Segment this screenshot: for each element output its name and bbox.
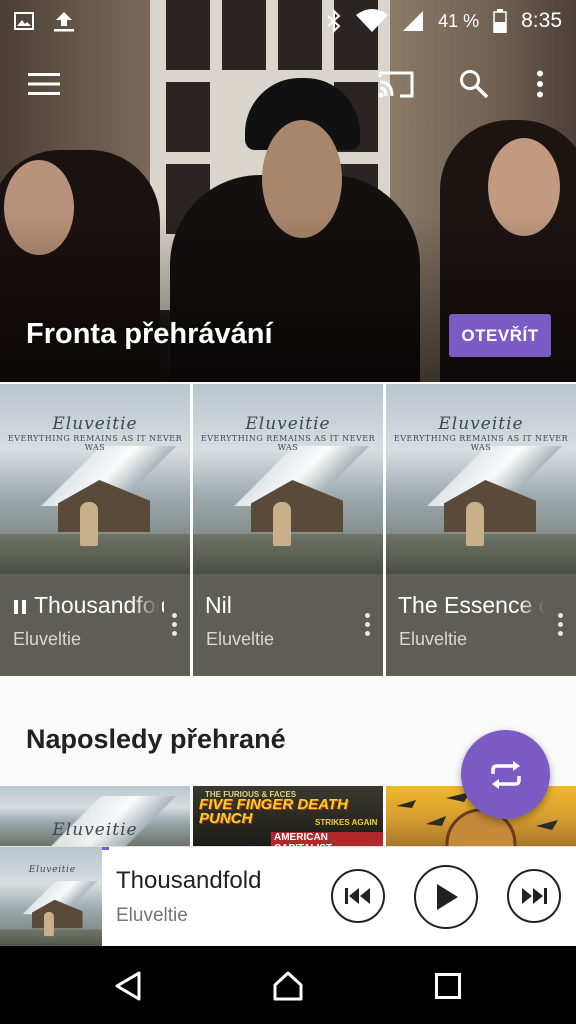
signal-icon xyxy=(403,11,424,31)
album-art: Eluveitie EVERYTHING REMAINS AS IT NEVER… xyxy=(193,384,383,574)
home-button[interactable] xyxy=(264,962,312,1010)
recents-icon xyxy=(435,973,461,999)
queue-cards: Eluveitie EVERYTHING REMAINS AS IT NEVER… xyxy=(0,384,576,676)
clock: 8:35 xyxy=(521,9,562,32)
queue-card-artist: Eluveltie xyxy=(206,629,275,649)
mini-player-title: Thousandfold xyxy=(116,867,262,894)
card-more-icon[interactable] xyxy=(359,604,375,644)
next-track-button[interactable] xyxy=(507,869,561,923)
mini-player-album-art: Eluveitie xyxy=(0,847,102,947)
mini-player[interactable]: Eluveitie Thousandfold Eluveltie xyxy=(0,846,576,947)
recent-album-tile[interactable]: THE FURIOUS & FACES FIVE FINGER DEATH PU… xyxy=(193,786,383,846)
cast-button[interactable] xyxy=(372,60,420,108)
battery-percent: 41 % xyxy=(438,10,480,31)
album-art: Eluveitie EVERYTHING REMAINS AS IT NEVER… xyxy=(0,384,190,574)
battery-icon xyxy=(493,9,507,33)
recently-played-title: Naposledy přehrané xyxy=(26,724,286,754)
album-art-logo: Eluveitie xyxy=(245,414,331,434)
image-icon xyxy=(14,12,34,30)
recent-album-tile[interactable]: Eluveitie xyxy=(0,786,190,846)
card-more-icon[interactable] xyxy=(166,604,182,644)
repeat-icon xyxy=(490,760,521,789)
skip-previous-icon xyxy=(345,888,370,904)
card-more-icon[interactable] xyxy=(552,604,568,644)
album-art-subtitle: EVERYTHING REMAINS AS IT NEVER WAS xyxy=(393,434,569,452)
album-art-subtitle: EVERYTHING REMAINS AS IT NEVER WAS xyxy=(7,434,183,452)
home-icon xyxy=(273,971,303,1001)
back-icon xyxy=(115,971,141,1001)
album-art-logo: Eluveitie xyxy=(52,820,138,840)
wifi-icon xyxy=(356,9,389,32)
queue-card-artist: Eluveltie xyxy=(13,629,82,649)
shuffle-all-fab[interactable] xyxy=(461,730,550,819)
more-vert-icon xyxy=(537,70,543,98)
queue-title: Fronta přehrávání xyxy=(26,318,273,350)
play-icon xyxy=(437,884,458,910)
recents-button[interactable] xyxy=(424,962,472,1010)
queue-card[interactable]: Eluveitie EVERYTHING REMAINS AS IT NEVER… xyxy=(193,384,383,676)
search-button[interactable] xyxy=(450,60,498,108)
tile-subtitle: AMERICAN CAPITALIST xyxy=(271,832,383,846)
tile-badge: STRIKES AGAIN xyxy=(315,818,378,827)
play-button[interactable] xyxy=(414,865,478,929)
open-queue-button[interactable]: OTEVŘÍT xyxy=(449,314,551,357)
album-art-logo: Eluveitie xyxy=(52,414,138,434)
top-toolbar xyxy=(0,56,576,112)
queue-card[interactable]: Eluveitie EVERYTHING REMAINS AS IT NEVER… xyxy=(0,384,190,676)
more-options-button[interactable] xyxy=(516,60,564,108)
upload-icon xyxy=(54,12,74,32)
previous-track-button[interactable] xyxy=(331,869,385,923)
queue-card-artist: Eluveltie xyxy=(399,629,468,649)
album-art-logo: Eluveitie xyxy=(438,414,524,434)
back-button[interactable] xyxy=(104,962,152,1010)
queue-card-title: Nil xyxy=(205,592,232,618)
pause-icon xyxy=(14,599,26,614)
skip-next-icon xyxy=(522,888,547,904)
status-bar: 41 % 8:35 xyxy=(0,0,576,42)
menu-icon xyxy=(28,73,60,95)
cast-icon xyxy=(378,71,414,98)
menu-button[interactable] xyxy=(20,60,68,108)
album-art-logo: Eluveitie xyxy=(28,863,76,875)
mini-player-artist: Eluveltie xyxy=(116,905,188,926)
bluetooth-icon xyxy=(327,9,341,33)
album-art-subtitle: EVERYTHING REMAINS AS IT NEVER WAS xyxy=(200,434,376,452)
system-navigation-bar xyxy=(0,946,576,1024)
search-icon xyxy=(460,70,489,99)
album-art: Eluveitie EVERYTHING REMAINS AS IT NEVER… xyxy=(386,384,576,574)
queue-card[interactable]: Eluveitie EVERYTHING REMAINS AS IT NEVER… xyxy=(386,384,576,676)
